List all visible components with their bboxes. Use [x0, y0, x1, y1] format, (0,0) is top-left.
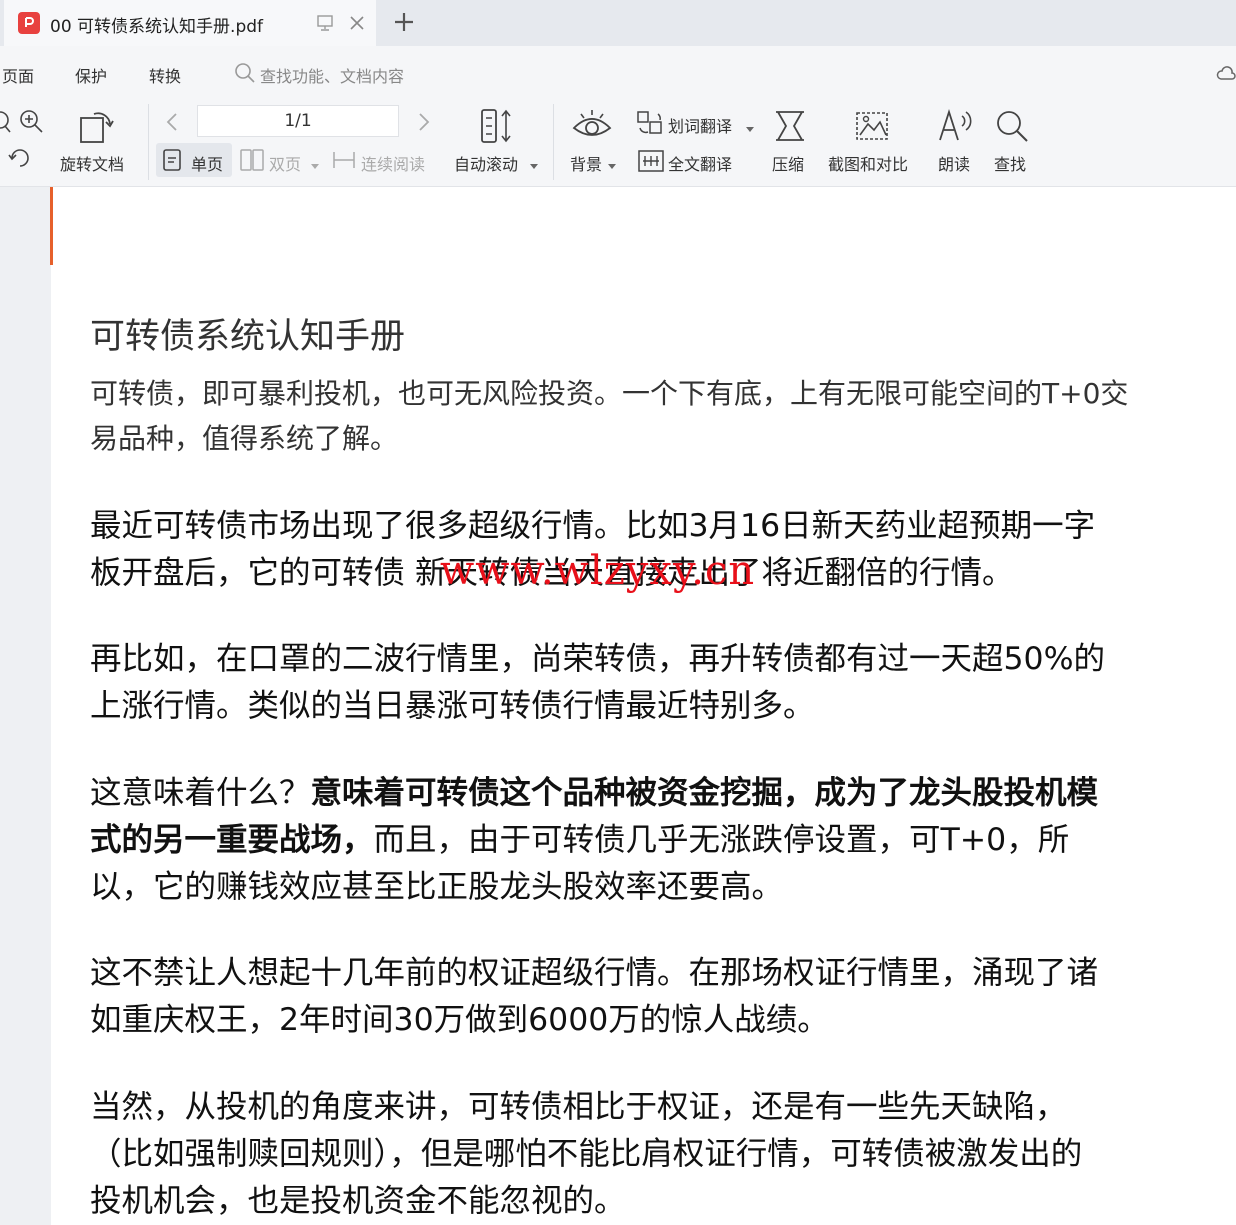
tab-bar: 00 可转债系统认知手册.pdf [0, 0, 1236, 46]
find-icon[interactable] [994, 108, 1030, 148]
menu-protect[interactable]: 保护 [75, 63, 107, 87]
rotate-left-icon[interactable] [6, 146, 36, 174]
screenshot-compare-label[interactable]: 截图和对比 [828, 151, 908, 175]
text-line: 易品种，值得系统了解。 [90, 422, 399, 455]
find-label[interactable]: 查找 [994, 151, 1026, 175]
chevron-down-icon[interactable] [608, 155, 616, 174]
prev-page-icon[interactable] [164, 110, 180, 138]
text-line: 当然，从投机的角度来讲，可转债相比于权证，还是有一些先天缺陷， [90, 1089, 1067, 1125]
new-tab-icon[interactable] [392, 10, 416, 38]
full-translate-label[interactable]: 全文翻译 [668, 151, 732, 175]
zoom-out-icon[interactable] [0, 110, 12, 140]
compress-icon[interactable] [772, 108, 808, 148]
double-page-icon[interactable] [240, 148, 264, 176]
watermark: www.wlzyxy.cn [440, 548, 756, 594]
read-aloud-icon[interactable] [937, 106, 977, 148]
single-page-icon [162, 148, 182, 176]
cloud-sync-icon[interactable] [1216, 64, 1236, 88]
text-line: 这不禁让人想起十几年前的权证超级行情。在那场权证行情里，涌现了诸 [90, 955, 1099, 991]
word-translate-icon[interactable] [636, 110, 664, 140]
text-line: 再比如，在口罩的二波行情里，尚荣转债，再升转债都有过一天超50%的 [90, 641, 1106, 677]
text-line: （比如强制赎回规则），但是哪怕不能比肩权证行情，可转债被激发出的 [90, 1136, 1083, 1172]
pdf-app-icon [18, 12, 40, 34]
text-bold: 意味着可转债这个品种被资金挖掘，成为了龙头股投机模 [310, 775, 1099, 811]
text-line: 上涨行情。类似的当日暴涨可转债行情最近特别多。 [90, 688, 815, 724]
left-gutter [0, 187, 51, 1225]
menu-convert[interactable]: 转换 [149, 63, 181, 87]
zoom-in-icon[interactable] [18, 108, 46, 140]
next-page-icon[interactable] [416, 110, 432, 138]
rotate-document-icon[interactable] [76, 106, 116, 150]
chevron-down-icon[interactable] [746, 118, 754, 137]
text-normal: 而且，由于可转债几乎无涨跌停设置，可T+0，所 [373, 822, 1070, 858]
auto-scroll-icon[interactable] [478, 106, 514, 150]
toolbar-divider [148, 104, 149, 180]
text-line: 如重庆权王，2年时间30万做到6000万的惊人战绩。 [90, 1002, 829, 1038]
word-translate-label[interactable]: 划词翻译 [668, 113, 732, 137]
rotate-document-label[interactable]: 旋转文档 [60, 151, 124, 175]
search-input[interactable]: 查找功能、文档内容 [260, 63, 404, 87]
monitor-icon[interactable] [316, 15, 334, 35]
close-icon[interactable] [347, 13, 367, 37]
auto-scroll-label[interactable]: 自动滚动 [454, 151, 518, 175]
full-translate-icon[interactable] [637, 148, 665, 178]
search-icon[interactable] [234, 62, 256, 88]
chevron-down-icon[interactable] [530, 155, 538, 174]
toolbar-divider [553, 104, 554, 180]
background-label[interactable]: 背景 [570, 151, 602, 175]
page-marker [50, 187, 53, 265]
document-tab[interactable]: 00 可转债系统认知手册.pdf [4, 0, 376, 46]
chevron-down-icon[interactable] [311, 155, 319, 174]
tab-title: 00 可转债系统认知手册.pdf [50, 17, 264, 37]
text-line: 这意味着什么？意味着可转债这个品种被资金挖掘，成为了龙头股投机模 [90, 767, 1098, 813]
continuous-read-label[interactable]: 连续阅读 [361, 151, 425, 175]
text-line: 投机机会，也是投机资金不能忽视的。 [90, 1183, 626, 1219]
document-title: 可转债系统认知手册 [90, 317, 406, 357]
text-line: 以，它的赚钱效应甚至比正股龙头股效率还要高。 [90, 869, 784, 905]
read-aloud-label[interactable]: 朗读 [938, 151, 970, 175]
single-page-label: 单页 [191, 155, 224, 174]
double-page-label[interactable]: 双页 [269, 151, 301, 175]
menu-row [0, 46, 1236, 100]
menu-page[interactable]: 页面 [2, 63, 34, 87]
page-indicator: 1/1 [284, 111, 312, 131]
continuous-read-icon[interactable] [332, 148, 356, 176]
screenshot-compare-icon[interactable] [854, 108, 890, 148]
page-number-input[interactable]: 1/1 [197, 105, 399, 137]
text-line: 式的另一重要战场，而且，由于可转债几乎无涨跌停设置，可T+0，所 [90, 814, 1069, 860]
text-normal: 这意味着什么？ [90, 775, 311, 811]
compress-label[interactable]: 压缩 [772, 151, 804, 175]
text-line: 最近可转债市场出现了很多超级行情。比如3月16日新天药业超预期一字 [90, 508, 1096, 544]
eye-icon[interactable] [572, 106, 612, 146]
text-line: 可转债，即可暴利投机，也可无风险投资。一个下有底，上有无限可能空间的T+0交 [90, 377, 1129, 410]
text-bold: 式的另一重要战场， [90, 822, 374, 858]
